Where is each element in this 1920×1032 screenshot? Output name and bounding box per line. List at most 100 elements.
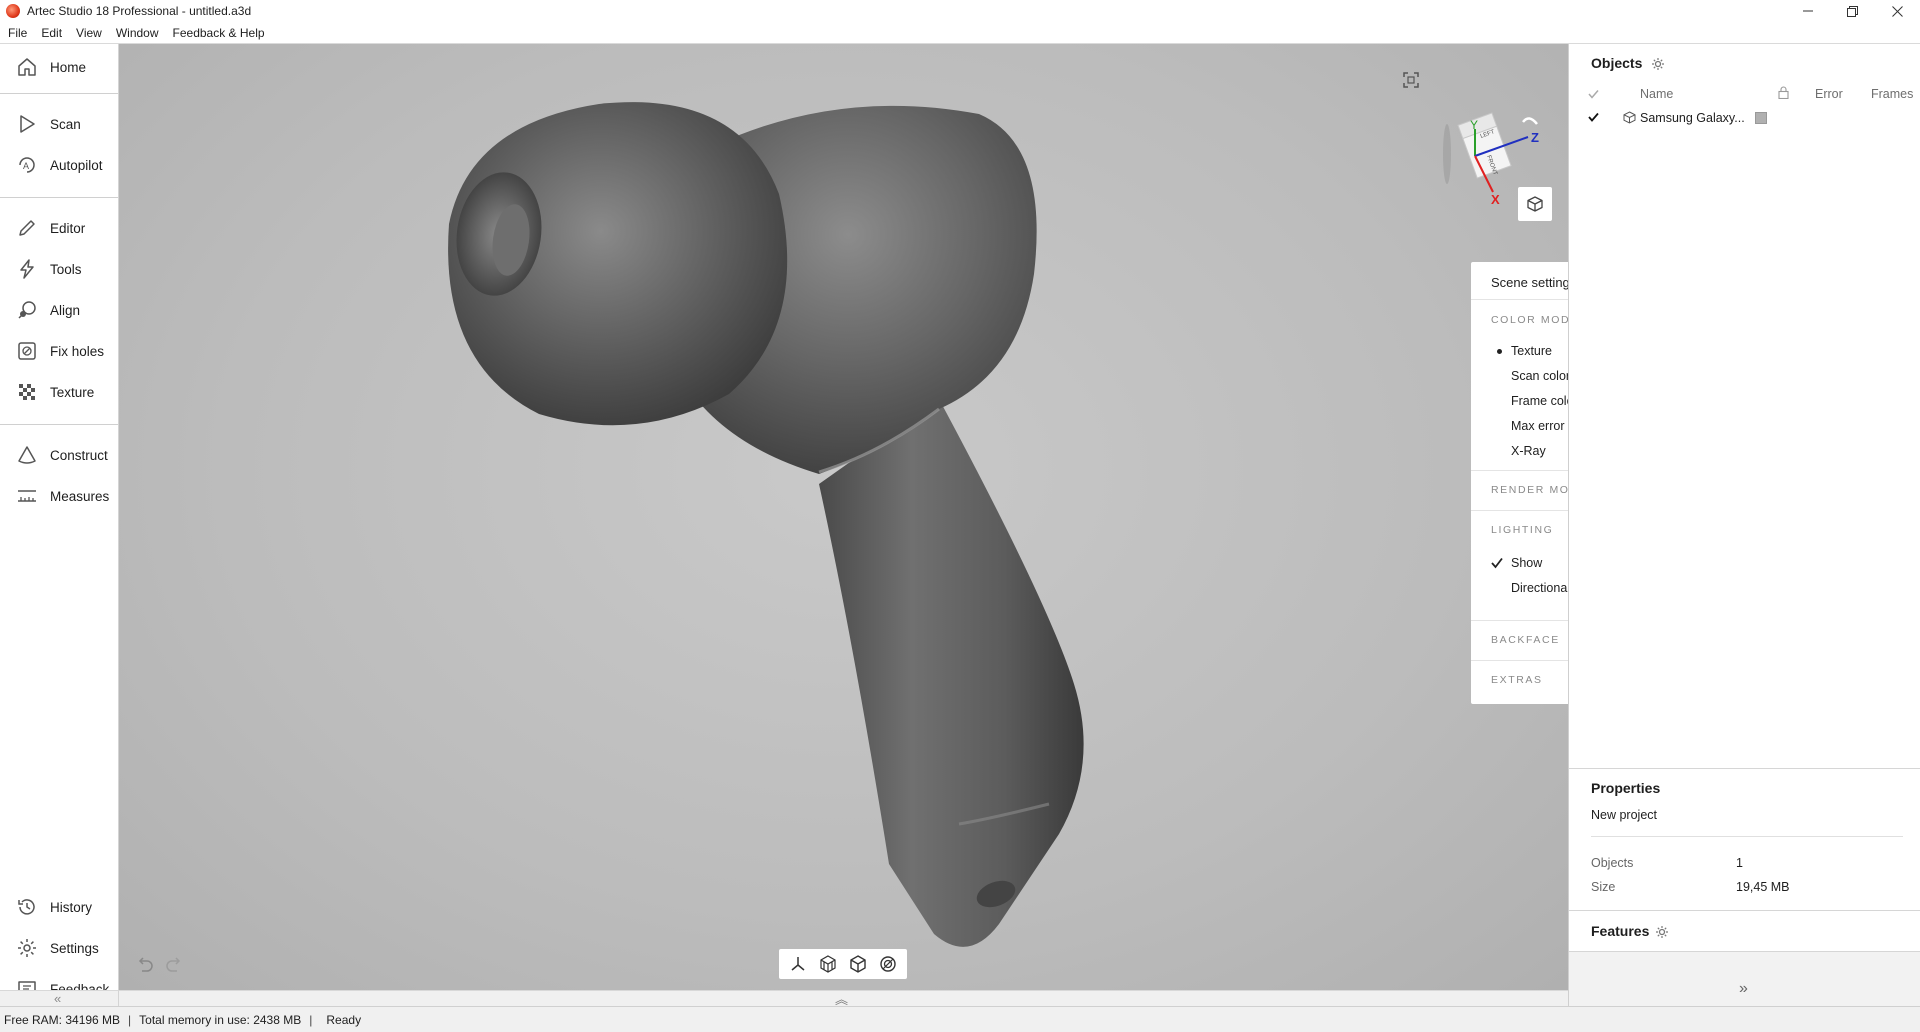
orientation-gizmo[interactable]: LEFT FRONT Y Z X [1419, 84, 1549, 204]
section-backface[interactable]: BACKFACE [1471, 620, 1568, 660]
menu-bar: File Edit View Window Feedback & Help [0, 22, 1920, 44]
scene-settings-button[interactable] [1518, 187, 1552, 221]
axis-x-label: X [1491, 192, 1500, 204]
bottom-panel-toggle[interactable]: ︽ [119, 990, 1568, 1007]
option-frame-color[interactable]: Frame color [1511, 394, 1568, 408]
pencil-icon [14, 215, 40, 241]
object-name[interactable]: Samsung Galaxy... [1640, 111, 1745, 125]
expand-right-icon[interactable]: » [1739, 980, 1748, 998]
property-key: Size [1591, 880, 1616, 894]
status-separator: | [128, 1012, 132, 1027]
lock-icon[interactable] [1778, 86, 1789, 99]
section-extras[interactable]: EXTRAS [1471, 660, 1568, 700]
free-ram-status: Free RAM: 34196 MB [4, 1012, 121, 1027]
option-max-error[interactable]: Max error [1511, 419, 1564, 433]
selected-bullet-icon [1497, 349, 1502, 354]
texture-view-icon[interactable] [878, 954, 898, 974]
option-x-ray[interactable]: X-Ray [1511, 444, 1546, 458]
option-show-lighting[interactable]: Show [1511, 556, 1542, 570]
rotate-arrow-icon[interactable] [1522, 117, 1538, 125]
property-key: Objects [1591, 856, 1634, 870]
app-logo-icon [6, 4, 20, 18]
sidebar-item-label: Editor [50, 220, 86, 236]
solid-cube-icon[interactable] [848, 954, 868, 974]
history-icon [14, 894, 40, 920]
objects-title: Objects [1591, 55, 1643, 71]
sidebar-item-label: Fix holes [50, 343, 105, 359]
option-scan-color[interactable]: Scan color [1511, 369, 1568, 383]
menu-edit[interactable]: Edit [41, 26, 62, 40]
column-error[interactable]: Error [1815, 87, 1843, 101]
lightning-icon [14, 256, 40, 282]
section-render-mode[interactable]: RENDER MODE [1471, 470, 1568, 510]
option-directional[interactable]: Directional [1511, 581, 1568, 595]
property-value: 19,45 MB [1736, 880, 1790, 894]
sidebar-item-home[interactable]: Home [0, 48, 118, 86]
column-name[interactable]: Name [1640, 87, 1673, 101]
close-icon[interactable] [1875, 0, 1920, 22]
properties-subtitle: New project [1591, 808, 1657, 822]
collapse-sidebar-icon[interactable]: « [54, 991, 61, 1006]
sidebar-item-autopilot[interactable]: A Autopilot [0, 146, 118, 184]
3d-viewport[interactable]: LEFT FRONT Y Z X Scene settings COLOR MO… [119, 44, 1568, 990]
panel-divider [1569, 768, 1920, 769]
section-color-mode[interactable]: COLOR MODE [1471, 300, 1568, 340]
sidebar-item-label: Construct [50, 447, 108, 463]
cone-icon [14, 442, 40, 468]
option-texture[interactable]: Texture [1511, 344, 1552, 358]
restore-icon[interactable] [1830, 0, 1875, 22]
minimize-icon[interactable] [1785, 0, 1830, 22]
redo-icon[interactable] [164, 955, 184, 975]
play-icon [14, 111, 40, 137]
features-title: Features [1591, 923, 1650, 939]
sidebar-divider [0, 424, 118, 425]
sidebar-item-label: Scan [50, 116, 81, 132]
sidebar-item-settings[interactable]: Settings [0, 929, 118, 967]
sidebar-divider [0, 93, 118, 94]
sidebar-collapse-bar[interactable]: « [0, 990, 119, 1006]
section-lighting[interactable]: LIGHTING [1471, 510, 1568, 550]
sidebar-item-tools[interactable]: Tools [0, 250, 118, 288]
sidebar-item-editor[interactable]: Editor [0, 209, 118, 247]
scanned-earbud-model[interactable] [119, 44, 1568, 990]
sidebar: Home Scan A Autopilot Editor Tools Align [0, 44, 119, 1006]
panel-divider [1569, 910, 1920, 911]
cube-icon [1527, 196, 1543, 212]
window-title: Artec Studio 18 Professional - untitled.… [27, 4, 252, 18]
sidebar-item-construct[interactable]: Construct [0, 436, 118, 474]
features-settings-gear-icon[interactable] [1655, 925, 1669, 939]
sidebar-item-label: Settings [50, 940, 99, 956]
home-icon [14, 54, 40, 80]
objects-settings-gear-icon[interactable] [1651, 57, 1665, 71]
sidebar-item-scan[interactable]: Scan [0, 105, 118, 143]
visible-check-icon[interactable] [1588, 112, 1599, 122]
panel-divider [1591, 836, 1903, 837]
wireframe-cube-icon[interactable] [818, 954, 838, 974]
sidebar-item-label: History [50, 899, 93, 915]
sidebar-item-label: Measures [50, 488, 110, 504]
sidebar-item-label: Autopilot [50, 157, 103, 173]
sidebar-item-texture[interactable]: Texture [0, 373, 118, 411]
autopilot-icon: A [14, 152, 40, 178]
undo-icon[interactable] [135, 955, 155, 975]
sidebar-item-fix-holes[interactable]: Fix holes [0, 332, 118, 370]
menu-file[interactable]: File [8, 26, 27, 40]
object-color-swatch[interactable] [1755, 112, 1767, 124]
sidebar-item-history[interactable]: History [0, 888, 118, 926]
sidebar-item-measures[interactable]: Measures [0, 477, 118, 515]
table-row[interactable]: Samsung Galaxy... [1569, 106, 1920, 130]
checkerboard-icon [14, 379, 40, 405]
column-frames[interactable]: Frames [1871, 87, 1913, 101]
properties-title: Properties [1591, 780, 1661, 796]
sidebar-item-align[interactable]: Align [0, 291, 118, 329]
axes-icon[interactable] [788, 954, 808, 974]
features-area: » [1569, 952, 1920, 1006]
menu-window[interactable]: Window [116, 26, 159, 40]
status-separator: | [309, 1012, 313, 1027]
axis-z-label: Z [1531, 130, 1539, 145]
visibility-column-check-icon[interactable] [1588, 89, 1599, 99]
svg-text:A: A [23, 161, 29, 171]
sidebar-divider [0, 197, 118, 198]
menu-feedback-help[interactable]: Feedback & Help [173, 26, 265, 40]
menu-view[interactable]: View [76, 26, 102, 40]
